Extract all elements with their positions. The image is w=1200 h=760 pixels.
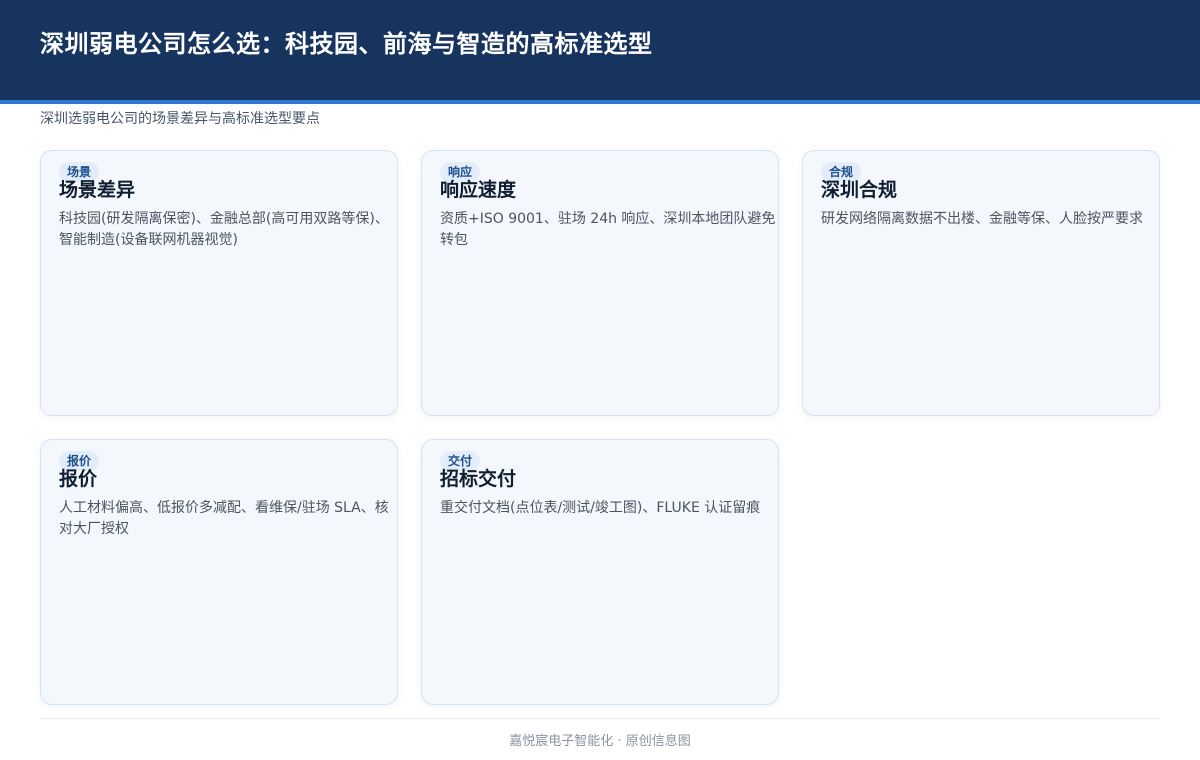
page-title: 深圳弱电公司怎么选：科技园、前海与智造的高标准选型	[40, 30, 653, 58]
card-description: 科技园(研发隔离保密)、金融总部(高可用双路等保)、智能制造(设备联网机器视觉)	[59, 211, 389, 248]
card-response: 响应 响应速度 资质+ISO 9001、驻场 24h 响应、深圳本地团队避免转包	[421, 150, 779, 416]
page-subtitle: 深圳选弱电公司的场景差异与高标准选型要点	[40, 111, 320, 127]
card-description: 研发网络隔离数据不出楼、金融等保、人脸按严要求	[821, 211, 1143, 227]
card-description: 人工材料偏高、低报价多减配、看维保/驻场 SLA、核对大厂授权	[59, 500, 389, 537]
card-title: 深圳合规	[821, 179, 898, 201]
card-compliance: 合规 深圳合规 研发网络隔离数据不出楼、金融等保、人脸按严要求	[802, 150, 1160, 416]
card-description: 重交付文档(点位表/测试/竣工图)、FLUKE 认证留痕	[440, 500, 761, 516]
card-scenario: 场景 场景差异 科技园(研发隔离保密)、金融总部(高可用双路等保)、智能制造(设…	[40, 150, 398, 416]
footer-credit: 嘉悦宸电子智能化 · 原创信息图	[509, 734, 691, 749]
header-banner: 深圳弱电公司怎么选：科技园、前海与智造的高标准选型	[0, 0, 1200, 104]
card-title: 场景差异	[59, 179, 136, 201]
card-delivery: 交付 招标交付 重交付文档(点位表/测试/竣工图)、FLUKE 认证留痕	[421, 439, 779, 705]
card-title: 报价	[59, 468, 98, 490]
footer-divider	[40, 718, 1160, 719]
card-title: 招标交付	[440, 468, 517, 490]
card-description: 资质+ISO 9001、驻场 24h 响应、深圳本地团队避免转包	[440, 211, 776, 248]
card-pricing: 报价 报价 人工材料偏高、低报价多减配、看维保/驻场 SLA、核对大厂授权	[40, 439, 398, 705]
card-title: 响应速度	[440, 179, 517, 201]
